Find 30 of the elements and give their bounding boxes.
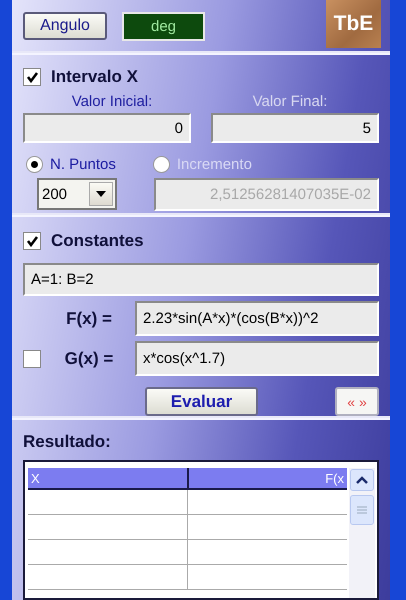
checkbox[interactable] <box>23 232 41 250</box>
radio-button[interactable] <box>26 156 43 173</box>
points-dropdown[interactable]: 200 <box>37 178 117 210</box>
checkbox[interactable] <box>23 68 41 86</box>
column-header[interactable]: X <box>28 468 186 490</box>
column-header[interactable]: F(x <box>186 468 347 490</box>
scrollbar[interactable] <box>349 468 375 598</box>
toggle-button[interactable]: « » <box>335 387 379 416</box>
start-value-field[interactable]: 0 <box>23 113 191 144</box>
caret-up-icon[interactable] <box>356 476 368 484</box>
radio-label: Incremento <box>176 156 252 173</box>
radio-button[interactable] <box>152 156 170 173</box>
function-label: F(x) = <box>65 308 113 328</box>
function-field[interactable]: x*cos(x^1.7) <box>135 341 379 376</box>
section-title: Intervalo X <box>51 67 138 88</box>
constants-field[interactable]: A=1: B=2 <box>23 263 379 296</box>
field-label: Valor Inicial: <box>70 93 154 112</box>
field-label: Valor Final: <box>252 93 328 112</box>
section-title: Resultado: <box>23 432 112 452</box>
end-value-field[interactable]: 5 <box>211 113 379 144</box>
logo: TbE <box>326 0 381 48</box>
section-title: Constantes <box>51 231 144 251</box>
grip-icon[interactable] <box>357 506 367 514</box>
function-field[interactable]: 2.23*sin(A*x)*(cos(B*x))^2 <box>135 301 379 336</box>
checkbox[interactable] <box>23 350 41 368</box>
angle-button[interactable]: Angulo <box>23 12 107 40</box>
evaluate-button[interactable]: Evaluar <box>145 387 258 416</box>
function-label: G(x) = <box>64 348 114 368</box>
radio-label: N. Puntos <box>50 156 116 173</box>
angle-mode-display: deg <box>122 12 205 41</box>
